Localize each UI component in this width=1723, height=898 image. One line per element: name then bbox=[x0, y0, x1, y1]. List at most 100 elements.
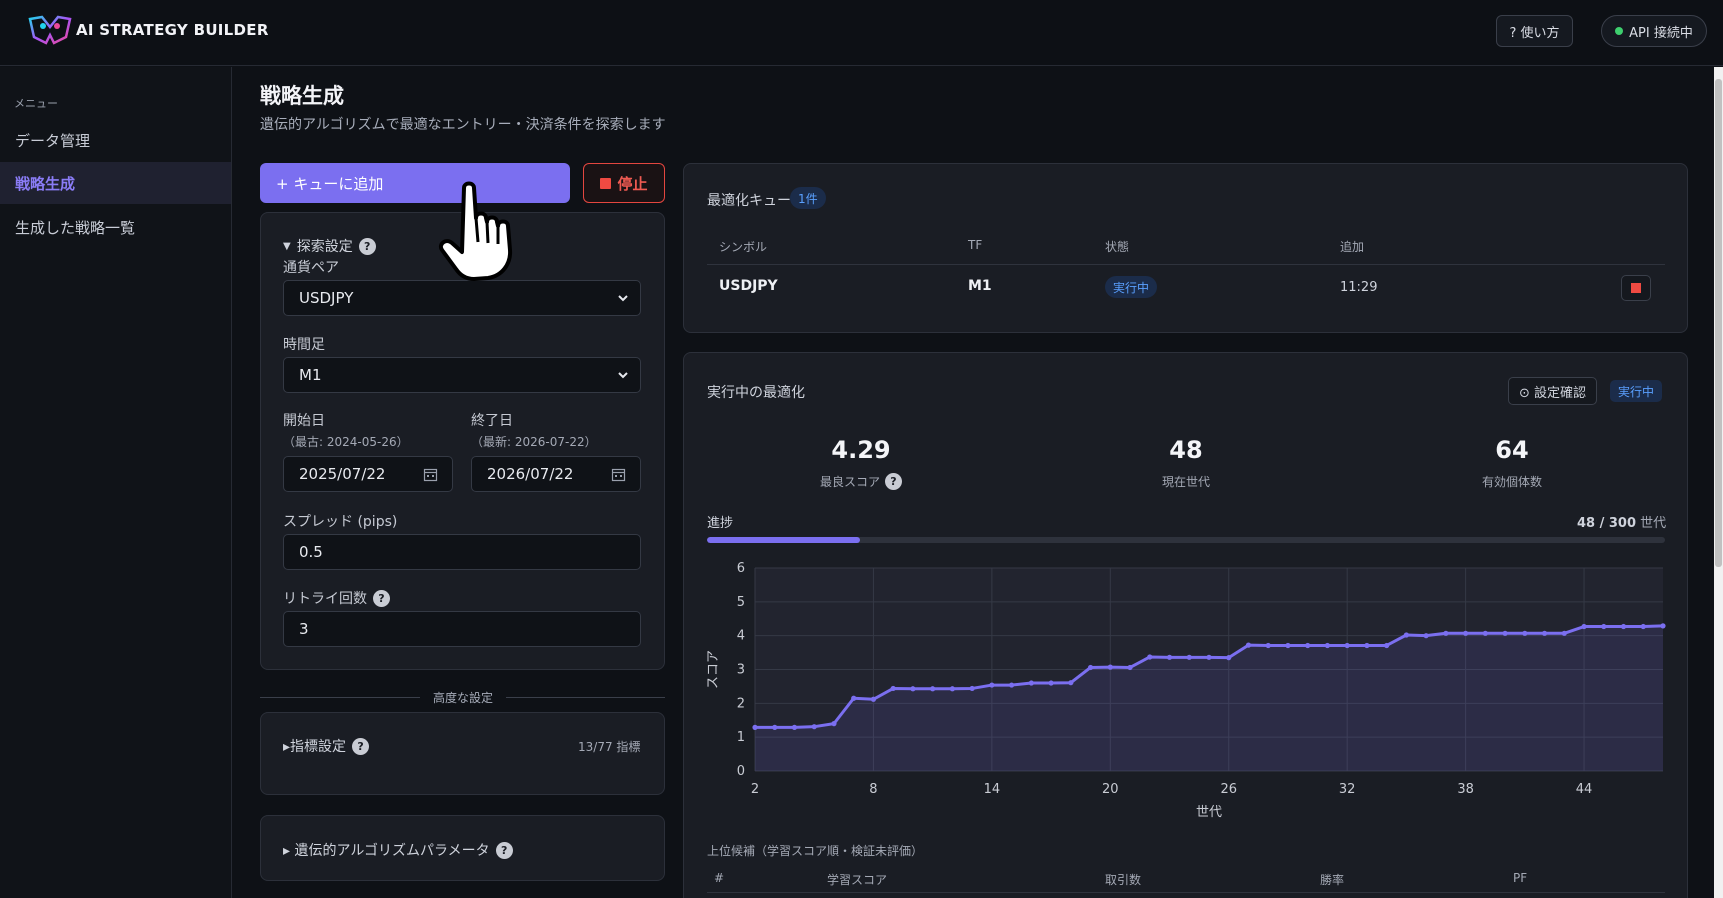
retry-label: リトライ回数 ? bbox=[283, 588, 390, 608]
sidebar-item-data-management[interactable]: データ管理 bbox=[0, 119, 231, 161]
data-point bbox=[949, 686, 955, 692]
col-added: 追加 bbox=[1340, 240, 1365, 254]
indicator-settings-toggle[interactable]: ▸指標設定 ? bbox=[283, 736, 370, 756]
chevron-down-icon bbox=[618, 372, 628, 379]
queue-card bbox=[683, 163, 1688, 333]
data-point bbox=[969, 685, 975, 692]
start-date-label-text: 開始日 bbox=[283, 413, 325, 429]
cand-col-pf: PF bbox=[1513, 871, 1528, 885]
data-point bbox=[1009, 682, 1015, 688]
timeframe-select-value: M1 bbox=[299, 366, 322, 384]
scrollbar-thumb[interactable] bbox=[1715, 79, 1722, 567]
calendar-icon[interactable] bbox=[423, 467, 438, 482]
page-title: 戦略生成 bbox=[260, 84, 344, 108]
page-scrollbar[interactable] bbox=[1714, 67, 1723, 898]
end-date-label-text: 終了日 bbox=[471, 413, 513, 429]
help-icon[interactable]: ? bbox=[373, 589, 390, 607]
caret-down-icon: ▼ bbox=[283, 240, 291, 252]
end-date-input[interactable]: 2026/07/22 bbox=[471, 456, 641, 492]
stop-button[interactable]: 停止 bbox=[583, 163, 665, 203]
y-tick-label: 3 bbox=[737, 663, 745, 678]
spread-input[interactable]: 0.5 bbox=[283, 534, 641, 570]
data-point bbox=[890, 685, 896, 692]
best-score-value: 4.29 bbox=[831, 436, 891, 464]
stop-icon bbox=[1631, 283, 1641, 293]
brand-logo-icon bbox=[28, 15, 72, 45]
sidebar-item-strategy-list[interactable]: 生成した戦略一覧 bbox=[0, 206, 231, 248]
cand-col-trades: 取引数 bbox=[1105, 873, 1142, 887]
queue-row-added: 11:29 bbox=[1340, 280, 1378, 295]
timeframe-select[interactable]: M1 bbox=[283, 357, 641, 393]
data-point bbox=[1463, 630, 1469, 636]
search-settings-toggle[interactable]: ▼ 探索設定 ? bbox=[283, 236, 376, 256]
sidebar-item-strategy-generation[interactable]: 戦略生成 bbox=[0, 162, 231, 204]
help-icon[interactable]: ? bbox=[358, 237, 376, 255]
current-generation-value: 48 bbox=[1169, 436, 1203, 464]
divider-right bbox=[506, 697, 665, 698]
cand-col-winrate: 勝率 bbox=[1320, 873, 1345, 887]
end-date-value: 2026/07/22 bbox=[487, 465, 574, 483]
data-point bbox=[1384, 642, 1390, 649]
calendar-icon[interactable] bbox=[611, 467, 626, 482]
retry-input[interactable]: 3 bbox=[283, 611, 641, 647]
ga-params-heading: ▸ 遺伝的アルゴリズムパラメータ bbox=[283, 843, 490, 859]
start-date-input[interactable]: 2025/07/22 bbox=[283, 456, 453, 492]
queue-row-tf: M1 bbox=[968, 278, 992, 294]
help-button[interactable]: ? 使い方 bbox=[1496, 15, 1573, 47]
status-dot-icon bbox=[1615, 27, 1624, 35]
progress-current: 48 / 300 bbox=[1577, 516, 1637, 531]
data-point bbox=[1344, 642, 1350, 649]
data-point bbox=[1245, 642, 1252, 648]
y-axis-label: スコア bbox=[706, 650, 721, 689]
data-point bbox=[870, 696, 877, 702]
data-point bbox=[1206, 654, 1212, 660]
pair-select[interactable]: USDJPY bbox=[283, 280, 641, 316]
end-date-hint: （最新: 2026-07-22） bbox=[471, 435, 597, 449]
valid-individuals-label: 有効個体数 bbox=[1481, 475, 1542, 489]
x-tick-label: 44 bbox=[1576, 782, 1593, 797]
data-point bbox=[1502, 630, 1508, 636]
progress-bar-fill bbox=[707, 537, 861, 543]
queue-row-status-badge: 実行中 bbox=[1105, 276, 1158, 298]
candidates-title: 上位候補（学習スコア順・検証未評価） bbox=[707, 844, 924, 858]
score-chart: 0 1 2 3 4 5 6 2 8 14 20 26 32 38 44 世代 スコア bbox=[706, 561, 1666, 820]
data-point bbox=[910, 686, 916, 692]
current-generation-label: 現在世代 bbox=[1161, 475, 1210, 489]
start-date-value: 2025/07/22 bbox=[299, 465, 386, 483]
x-tick-label: 8 bbox=[869, 782, 877, 797]
help-icon[interactable]: ? bbox=[885, 473, 902, 490]
sidebar: メニュー データ管理 戦略生成 生成した戦略一覧 bbox=[0, 67, 232, 898]
data-point bbox=[1107, 664, 1113, 670]
advanced-settings-divider: 高度な設定 bbox=[432, 691, 493, 705]
run-status-badge: 実行中 bbox=[1610, 380, 1663, 402]
col-tf: TF bbox=[968, 238, 983, 252]
ga-params-toggle[interactable]: ▸ 遺伝的アルゴリズムパラメータ ? bbox=[283, 840, 513, 860]
help-icon[interactable]: ? bbox=[495, 841, 513, 859]
queue-count-badge: 1件 bbox=[790, 187, 826, 209]
data-point bbox=[1522, 630, 1528, 636]
spread-value: 0.5 bbox=[299, 543, 323, 561]
queue-row-stop-button[interactable] bbox=[1621, 275, 1651, 301]
data-point bbox=[1265, 642, 1271, 649]
end-date-label: 終了日 （最新: 2026-07-22） bbox=[471, 411, 641, 453]
sidebar-caption: メニュー bbox=[14, 97, 58, 110]
y-tick-label: 5 bbox=[737, 595, 745, 610]
y-tick-label: 0 bbox=[737, 764, 745, 779]
x-tick-label: 2 bbox=[751, 782, 759, 797]
config-check-button[interactable]: ⊙ 設定確認 bbox=[1508, 377, 1598, 405]
start-date-hint: （最古: 2024-05-26） bbox=[283, 435, 409, 449]
hand-cursor-icon bbox=[439, 181, 513, 281]
cand-col-score: 学習スコア bbox=[827, 873, 888, 887]
data-point bbox=[1048, 680, 1054, 686]
x-tick-label: 38 bbox=[1457, 782, 1474, 797]
x-tick-label: 20 bbox=[1102, 782, 1119, 797]
data-point bbox=[772, 724, 778, 730]
progress-label: 進捗 bbox=[707, 516, 734, 531]
data-point bbox=[1364, 642, 1370, 649]
x-axis-label: 世代 bbox=[1196, 805, 1222, 820]
data-point bbox=[1068, 680, 1074, 686]
help-icon[interactable]: ? bbox=[352, 737, 370, 755]
brand-name: AI STRATEGY BUILDER bbox=[76, 21, 269, 39]
data-point bbox=[1640, 623, 1646, 630]
data-point bbox=[1620, 623, 1627, 630]
